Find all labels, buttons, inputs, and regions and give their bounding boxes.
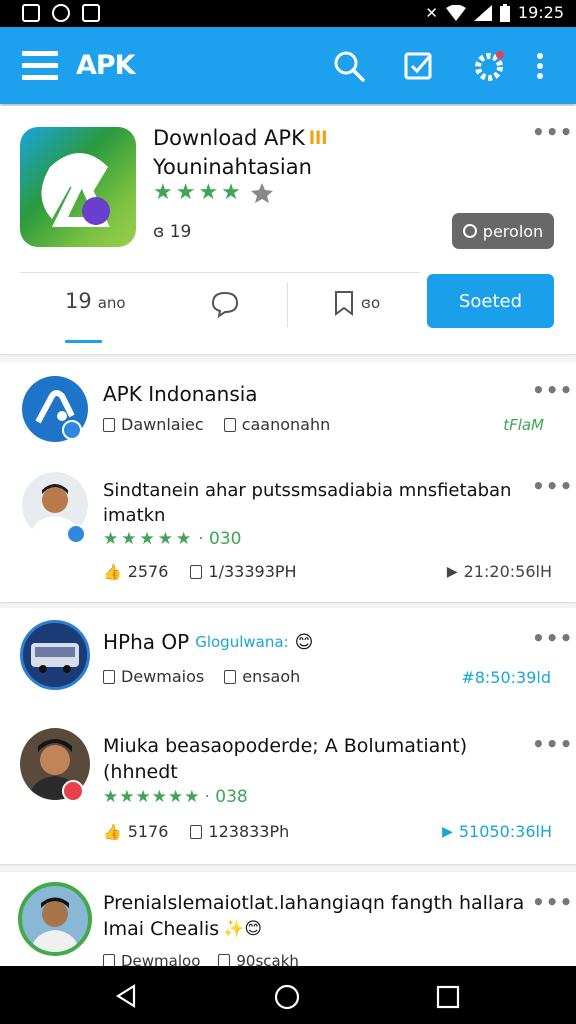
back-icon[interactable] [114,984,138,1008]
post-title[interactable]: APK Indonansia [103,382,258,406]
post-more-icon[interactable]: ••• [532,732,573,756]
app-subtitle: Youninahtasian [153,155,312,179]
like-icon[interactable]: 👍 [103,563,122,581]
send-icon: ▶ [446,563,458,580]
signal-icon [473,4,492,21]
post-stats: 👍 2576 1/33393PH [103,562,297,581]
send-icon: ▶ [442,823,453,840]
status-bar: ✕ 19:25 [0,0,576,27]
wifi-icon [445,4,466,21]
post-time: ▶ 21:20:56lH [446,562,552,581]
tab-bookmarks[interactable]: ɞo [333,290,380,316]
post-rating: ★★★★★★ · 038 [103,787,248,807]
sync-notification-icon [52,4,70,22]
app-bar: APK [0,27,576,104]
cta-button[interactable]: Soeted [427,274,554,328]
menu-icon[interactable] [22,51,58,81]
post-title[interactable]: Prenialslemaiotlat.lahangiaqn fangth hal… [103,892,524,914]
user-avatar[interactable] [18,882,92,956]
post-title[interactable]: Miuka beasaopoderde; A Bolumatiant) [103,735,467,757]
post-more-icon[interactable]: ••• [532,474,573,498]
post-meta: Dewmaios ensaoh [103,667,300,686]
share-icon[interactable] [190,564,203,579]
clock: 19:25 [517,3,564,22]
install-button[interactable]: perolon [452,213,554,249]
post-time: tFlaM [503,416,544,434]
download-icon [103,417,115,432]
post-more-icon[interactable]: ••• [532,890,573,914]
post-title-line2: Imai Chealis ✨😊 [103,918,263,940]
recents-icon[interactable] [436,985,460,1009]
comment-icon[interactable] [211,290,239,318]
post-more-icon[interactable]: ••• [532,626,573,650]
tab-active-indicator [65,340,102,343]
card-divider [20,272,420,273]
post-title-line2: imatkn [103,505,166,526]
post-title[interactable]: HPha OP Glogulwana: 😊 [103,630,313,654]
post-title-line2: (hhnedt [103,761,178,783]
file-icon [224,669,237,684]
post-more-icon[interactable]: ••• [532,378,573,402]
half-star-icon [250,182,273,203]
app-logo-icon[interactable] [20,127,136,247]
post-meta: Dawnlaiec caanonahn [103,415,330,434]
post-rating: ★★★★★ · 030 [103,529,242,549]
app-rating: ★★★★ [153,180,274,205]
post-stats: 👍 5176 123833Ph [103,822,290,841]
tab-downloads[interactable]: 19 ano [65,289,126,313]
app-name: Download APK [153,126,305,150]
emoji-icon: 😊 [294,631,314,653]
search-icon[interactable] [332,49,366,83]
download-icon [103,669,115,684]
app-title-text: Download APK lll [153,126,327,150]
app-card-more-icon[interactable]: ••• [532,120,573,144]
gallery-notification-icon [22,4,40,22]
channel-avatar[interactable] [20,620,90,690]
user-badge-icon [62,780,84,802]
app-stats: ɞ 19 [153,222,191,242]
post-time: #8:50:39ld [461,668,551,687]
bookmark-icon [335,291,353,316]
app-notification-icon [82,4,100,22]
battery-icon [499,3,510,22]
post-title[interactable]: Sindtanein ahar putssmsadiabia mnsfietab… [103,480,523,501]
user-badge-icon [66,524,86,544]
share-icon[interactable] [190,824,203,839]
app-title: APK [76,50,136,81]
checklist-icon[interactable] [402,49,436,83]
like-icon[interactable]: 👍 [103,823,122,841]
post-time: ▶ 51050:36lH [442,822,552,841]
more-vert-icon[interactable] [534,49,546,83]
system-nav-bar [0,966,576,1024]
mute-icon: ✕ [425,3,438,22]
settings-icon[interactable] [472,49,506,83]
home-icon[interactable] [273,983,301,1011]
refresh-icon [462,224,477,238]
rating-stars: ★★★★ [153,180,244,205]
app-badge-icon: lll [308,127,328,149]
tab-separator [287,283,288,327]
file-icon [223,417,236,432]
verified-badge-icon [62,420,82,440]
views-count: ɞ 19 [153,222,192,242]
emoji-icon: ✨😊 [223,919,263,939]
